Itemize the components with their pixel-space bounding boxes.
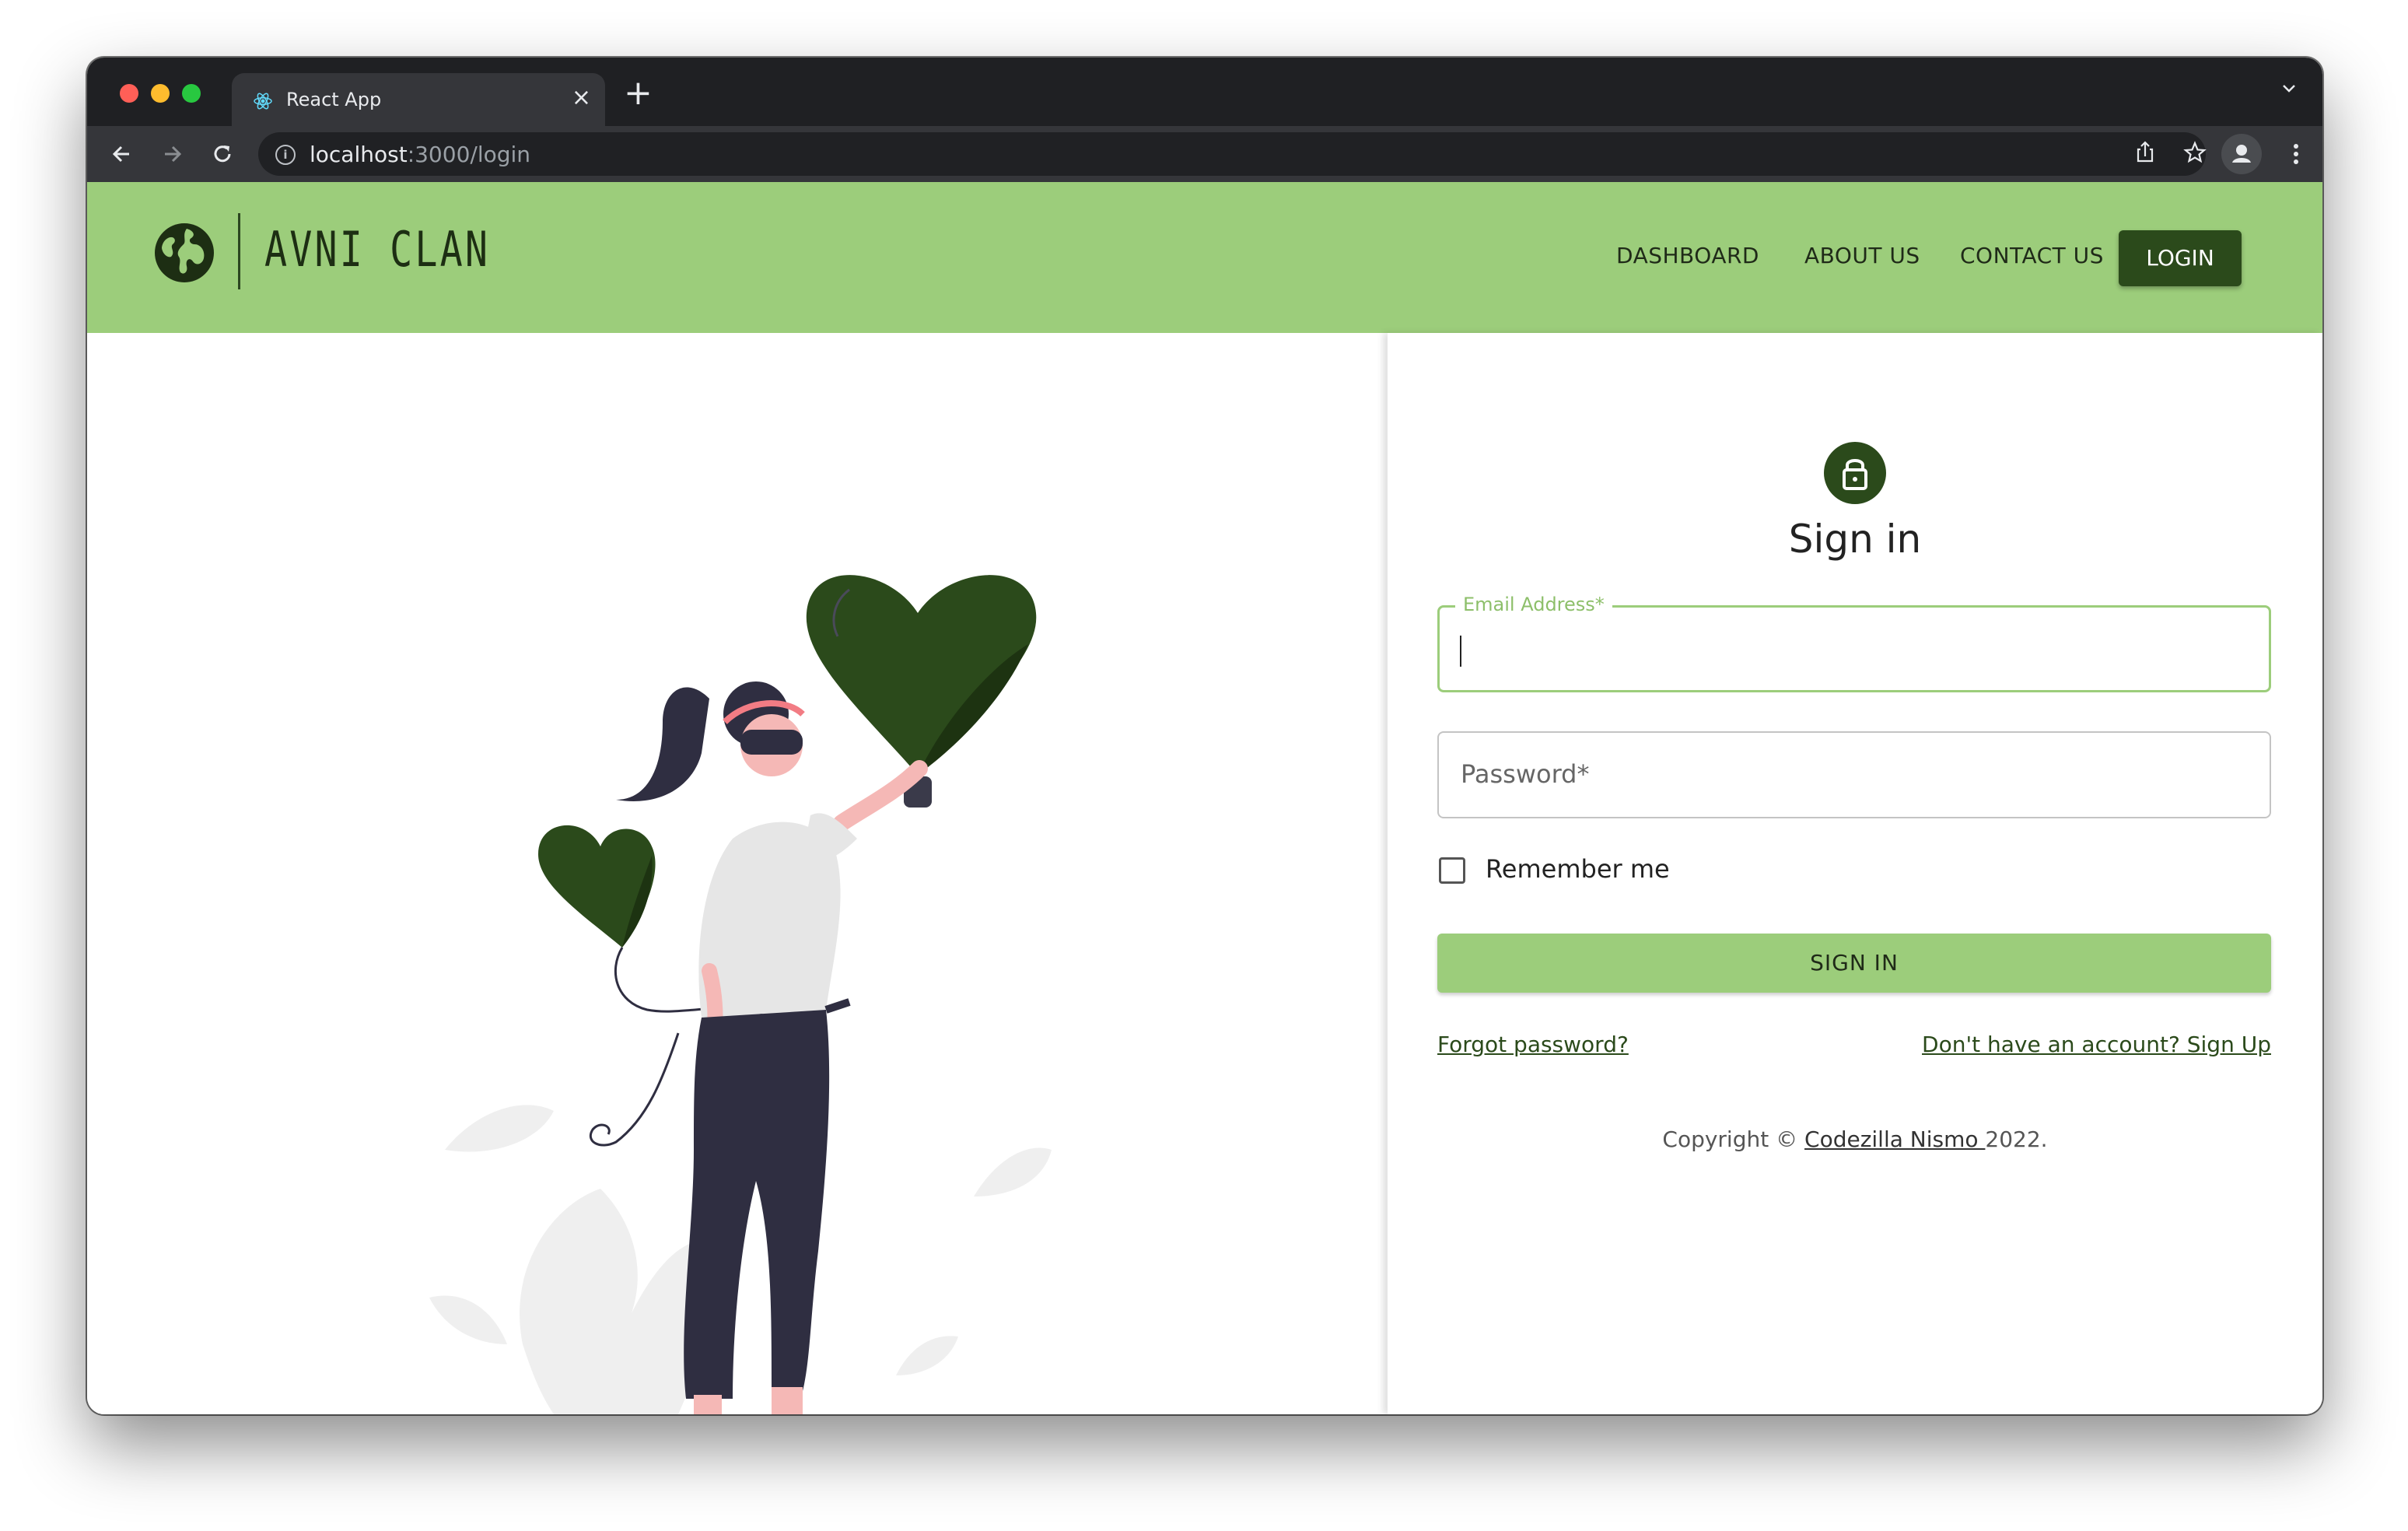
close-tab-icon[interactable]: ×	[572, 84, 591, 112]
browser-toolbar: i localhost:3000/login	[87, 126, 2322, 182]
remember-me-checkbox[interactable]	[1439, 857, 1465, 884]
copyright: Copyright © Codezilla Nismo 2022.	[1662, 1126, 2048, 1152]
sign-up-link[interactable]: Don't have an account? Sign Up	[1922, 1032, 2271, 1057]
tab-react-app[interactable]: React App ×	[232, 73, 605, 126]
profile-icon[interactable]	[2221, 134, 2262, 174]
logo-divider	[238, 213, 240, 289]
woman-with-heart-balloons-illustration	[429, 575, 1052, 1414]
app-header: AVNI CLAN DASHBOARD ABOUT US CONTACT US …	[87, 182, 2322, 333]
browser-window: React App × + i localhost:3000/login AVN…	[87, 58, 2322, 1414]
tab-title: React App	[286, 89, 382, 110]
illustration-pane	[87, 333, 1388, 1414]
address-bar[interactable]: i localhost:3000/login	[258, 132, 2207, 176]
sign-in-pane: Sign in Email Address* Password* Remembe…	[1388, 333, 2322, 1414]
menu-dots-icon[interactable]	[2279, 137, 2313, 171]
minimize-window-button[interactable]	[151, 84, 170, 103]
sign-in-title: Sign in	[1788, 517, 1922, 562]
sign-in-button[interactable]: SIGN IN	[1437, 934, 2271, 993]
back-icon[interactable]	[104, 137, 138, 171]
info-icon[interactable]: i	[275, 145, 296, 165]
text-caret	[1460, 636, 1461, 667]
password-label: Password*	[1461, 759, 1590, 789]
share-icon[interactable]	[2128, 135, 2162, 170]
nav-dashboard[interactable]: DASHBOARD	[1616, 243, 1759, 268]
company-link[interactable]: Codezilla Nismo	[1804, 1126, 1985, 1152]
nav-about-us[interactable]: ABOUT US	[1804, 243, 1920, 268]
brand-name[interactable]: AVNI CLAN	[264, 221, 490, 278]
email-label: Email Address*	[1455, 594, 1612, 615]
globe-icon[interactable]	[152, 221, 216, 285]
url-text[interactable]: localhost:3000/login	[310, 142, 530, 167]
chevron-down-icon[interactable]	[2279, 78, 2299, 98]
close-window-button[interactable]	[120, 84, 138, 103]
remember-me-label[interactable]: Remember me	[1486, 854, 1670, 884]
password-field[interactable]: Password*	[1437, 731, 2271, 818]
login-button[interactable]: LOGIN	[2119, 230, 2242, 286]
maximize-window-button[interactable]	[182, 84, 201, 103]
lock-icon	[1824, 442, 1886, 504]
tab-strip: React App × +	[87, 58, 2322, 126]
reload-icon[interactable]	[205, 137, 240, 171]
react-icon	[254, 93, 272, 110]
star-icon[interactable]	[2178, 135, 2212, 170]
new-tab-button[interactable]: +	[624, 76, 653, 110]
forward-icon[interactable]	[156, 137, 190, 171]
forgot-password-link[interactable]: Forgot password?	[1437, 1032, 1629, 1057]
nav-contact-us[interactable]: CONTACT US	[1960, 243, 2104, 268]
email-field[interactable]: Email Address*	[1437, 594, 2271, 692]
